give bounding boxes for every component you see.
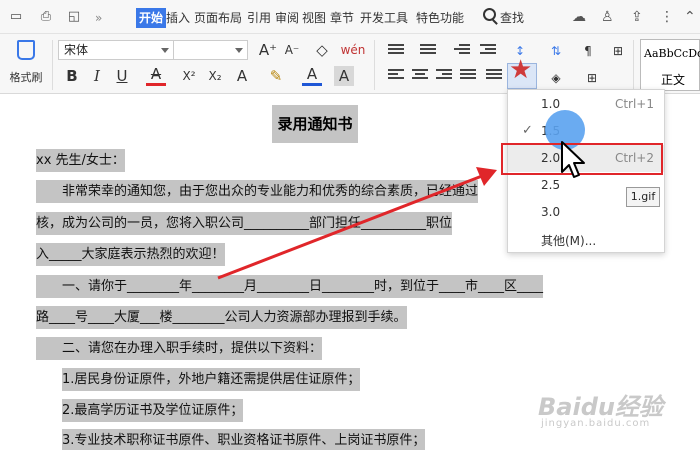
style-normal[interactable]: AaBbCcDd 正文 <box>640 39 700 91</box>
tab-insert[interactable]: 插入 <box>166 8 190 28</box>
ribbon-divider <box>52 40 53 90</box>
tab-references[interactable]: 引用 <box>247 8 271 28</box>
print-preview-icon[interactable]: ◱ <box>66 9 82 25</box>
doc-line: xx 先生/女士： <box>36 149 125 172</box>
shrink-font-button[interactable]: A⁻ <box>282 40 302 60</box>
format-painter-label: 格式刷 <box>9 71 43 84</box>
more-quick-access-icon[interactable]: » <box>95 8 102 28</box>
print-icon[interactable]: ⎙ <box>38 9 54 25</box>
tab-view[interactable]: 视图 <box>302 8 326 28</box>
highlight-star-icon: ★ <box>509 55 533 85</box>
numbered-list-icon[interactable] <box>420 44 436 58</box>
search-label[interactable]: 查找 <box>500 8 524 28</box>
align-right-icon[interactable] <box>436 69 452 83</box>
distributed-align-icon[interactable] <box>486 69 502 83</box>
chevron-down-icon <box>161 48 169 53</box>
font-name-select[interactable]: 宋体 <box>58 40 174 60</box>
superscript-button[interactable]: X² <box>178 66 200 86</box>
style-name: 正文 <box>661 73 686 87</box>
bullet-list-icon[interactable] <box>388 44 404 58</box>
sort-icon[interactable]: ⇅ <box>546 41 566 61</box>
doc-line: 路____号____大厦___楼________公司人力资源部办理报到手续。 <box>36 306 407 329</box>
save-icon[interactable]: ▭ <box>8 9 24 25</box>
strikethrough-button[interactable]: A <box>146 66 166 86</box>
align-center-icon[interactable] <box>412 69 428 83</box>
grow-font-button[interactable]: A⁺ <box>258 40 278 60</box>
format-painter-button[interactable]: 格式刷 <box>6 40 46 85</box>
mouse-pointer-icon <box>561 141 585 178</box>
checkmark-icon: ✓ <box>522 123 533 138</box>
subscript-button[interactable]: X₂ <box>204 66 226 86</box>
font-size-select[interactable] <box>174 40 248 60</box>
doc-line: 二、请您在办理入职手续时，提供以下资料： <box>36 337 323 360</box>
align-left-icon[interactable] <box>388 69 404 83</box>
doc-line: 一、请你于________年________月________日________… <box>36 275 544 298</box>
tab-sections[interactable]: 章节 <box>330 8 354 28</box>
tab-review[interactable]: 审阅 <box>275 8 299 28</box>
increase-indent-icon[interactable] <box>480 44 496 58</box>
underline-button[interactable]: U <box>112 66 132 86</box>
document-title: 录用通知书 <box>272 105 358 143</box>
collapse-ribbon-icon[interactable]: ⌃ <box>684 8 696 26</box>
style-sample-text: AaBbCcDd <box>644 47 700 60</box>
watermark-url: jingyan.baidu.com <box>541 418 651 429</box>
show-marks-icon[interactable]: ¶ <box>578 41 598 61</box>
doc-line: 1.居民身份证原件，外地户籍还需提供居住证原件； <box>62 368 361 391</box>
decrease-indent-icon[interactable] <box>454 44 470 58</box>
doc-line: 3.专业技术职称证书原件、职业资格证书原件、上岗证书原件； <box>62 429 426 450</box>
clear-format-icon[interactable]: ◇ <box>312 40 332 60</box>
search-icon[interactable] <box>483 8 496 21</box>
italic-button[interactable]: I <box>87 66 107 86</box>
menu-bar: ▭ ⎙ ◱ » 开始 插入 页面布局 引用 审阅 视图 章节 开发工具 特色功能… <box>0 0 700 34</box>
watermark-logo: Baidu经验 <box>538 393 663 421</box>
doc-line: 核，成为公司的一员，您将入职公司__________部门担任__________… <box>36 212 453 235</box>
collaborate-icon[interactable]: ♙ <box>601 8 614 26</box>
paragraph-settings-icon[interactable]: ⊞ <box>608 41 628 61</box>
phonetic-guide-button[interactable]: wén <box>340 40 366 60</box>
shading-icon[interactable]: ◈ <box>546 68 566 88</box>
borders-icon[interactable]: ⊞ <box>582 68 602 88</box>
ribbon-divider <box>374 40 375 90</box>
share-icon[interactable]: ⇪ <box>631 8 643 26</box>
more-options-icon[interactable]: ⋮ <box>660 8 674 26</box>
font-name-value: 宋体 <box>64 43 89 57</box>
text-effect-button[interactable]: A <box>232 66 252 86</box>
char-shading-button[interactable]: A <box>334 66 354 86</box>
paintbrush-icon <box>17 40 35 60</box>
tab-home[interactable]: 开始 <box>136 8 167 28</box>
doc-line: 非常荣幸的通知您，由于您出众的专业能力和优秀的综合素质，已经通过 <box>36 180 479 203</box>
chevron-down-icon <box>235 48 243 53</box>
tab-special[interactable]: 特色功能 <box>416 8 464 28</box>
doc-line: 2.最高学历证书及学位证原件； <box>62 399 244 422</box>
doc-line: 入_____大家庭表示热烈的欢迎！ <box>36 243 225 266</box>
highlight-pen-icon[interactable]: ✎ <box>266 66 286 86</box>
tab-page-layout[interactable]: 页面布局 <box>194 8 242 28</box>
justify-icon[interactable] <box>460 69 476 83</box>
tab-developer[interactable]: 开发工具 <box>360 8 408 28</box>
spacing-option-more[interactable]: 其他(M)... <box>508 226 664 253</box>
gif-tooltip: 1.gif <box>626 187 660 207</box>
ribbon-divider <box>633 40 634 90</box>
font-color-button[interactable]: A <box>302 66 322 86</box>
bold-button[interactable]: B <box>62 66 82 86</box>
spacing-option-1-0[interactable]: 1.0 Ctrl+1 <box>508 91 664 118</box>
cloud-sync-icon[interactable]: ☁ <box>572 8 586 26</box>
